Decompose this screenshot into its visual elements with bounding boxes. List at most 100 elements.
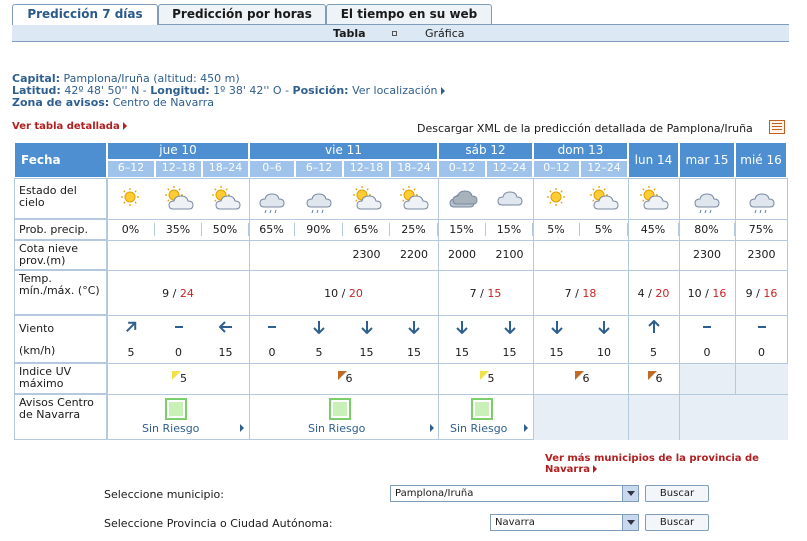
ver-tabla-detallada-link[interactable]: Ver tabla detallada bbox=[12, 121, 127, 132]
municipio-label: Seleccione municipio: bbox=[104, 488, 224, 501]
temp-separator: / bbox=[169, 287, 180, 300]
rain-cloud-icon bbox=[746, 183, 778, 215]
wind-speed: 15 bbox=[455, 346, 469, 359]
wind-speed: 15 bbox=[359, 346, 374, 359]
south-arrow-icon bbox=[407, 320, 421, 335]
zona-label: Zona de avisos: bbox=[12, 96, 110, 109]
chevron-down-icon[interactable] bbox=[622, 486, 638, 501]
sun-cloud-icon bbox=[588, 183, 620, 215]
ver-mas-municipios-label: Ver más municipios de la provincia de Na… bbox=[545, 453, 759, 475]
cota-value: 2000 bbox=[448, 248, 476, 261]
row-label-viento: Viento bbox=[14, 315, 107, 339]
rain-cloud-icon bbox=[303, 183, 335, 215]
col-divider bbox=[679, 178, 680, 440]
row-divider bbox=[14, 363, 788, 364]
row-divider bbox=[14, 219, 788, 220]
day-header-vie11: vie 11 bbox=[249, 142, 438, 160]
sin-riesgo-link[interactable]: Sin Riesgo bbox=[450, 422, 507, 435]
xml-file-icon[interactable] bbox=[769, 120, 785, 134]
subnav-tabla[interactable]: Tabla bbox=[333, 27, 366, 40]
tab-tiempo-en-su-web[interactable]: El tiempo en su web bbox=[326, 4, 492, 24]
temp-max: 16 bbox=[712, 287, 727, 300]
period-header: 18–24 bbox=[390, 160, 438, 178]
temp-value: 10 / 16 bbox=[679, 287, 735, 300]
view-subnav: Tabla Gráfica bbox=[12, 25, 789, 42]
prob-value: 25% bbox=[390, 223, 438, 236]
col-divider bbox=[533, 178, 534, 440]
wind-speed: 5 bbox=[315, 346, 323, 359]
temp-max: 24 bbox=[179, 287, 194, 300]
temp-value: 9 / 24 bbox=[107, 287, 249, 300]
aviso-green-icon bbox=[471, 398, 493, 420]
prob-value: 75% bbox=[735, 223, 788, 236]
north-arrow-icon bbox=[647, 319, 661, 334]
calm-icon bbox=[265, 320, 279, 334]
temp-value: 4 / 20 bbox=[628, 287, 679, 300]
wind-speed: 10 bbox=[597, 346, 611, 359]
prob-value: 15% bbox=[438, 223, 486, 236]
period-header: 6–12 bbox=[295, 160, 343, 178]
uv-value: 6 bbox=[582, 372, 590, 385]
period-header: 12–18 bbox=[343, 160, 390, 178]
wind-speed: 0 bbox=[758, 346, 765, 359]
prob-value: 5% bbox=[533, 223, 580, 236]
wind-speed: 15 bbox=[407, 346, 421, 359]
square-icon bbox=[392, 31, 397, 36]
buscar-municipio-button[interactable]: Buscar bbox=[645, 485, 709, 502]
fecha-header: Fecha bbox=[14, 142, 107, 178]
arrow-right-icon bbox=[524, 424, 528, 432]
wind-speed: 15 bbox=[218, 346, 233, 359]
temp-min: 7 bbox=[469, 287, 477, 300]
tab-prediccion-7-dias[interactable]: Predicción 7 días bbox=[12, 4, 158, 25]
wind-speed: 0 bbox=[703, 346, 711, 359]
arrow-right-icon bbox=[240, 424, 244, 432]
row-label-kmh: (km/h) bbox=[14, 339, 107, 363]
cota-value: 2300 bbox=[747, 248, 776, 261]
temp-min: 10 bbox=[687, 287, 702, 300]
ver-mas-municipios-link[interactable]: Ver más municipios de la provincia de Na… bbox=[545, 453, 807, 475]
sin-riesgo-link[interactable]: Sin Riesgo bbox=[308, 422, 365, 435]
prob-value: 65% bbox=[249, 223, 295, 236]
prob-value: 65% bbox=[343, 223, 390, 236]
subnav-grafica[interactable]: Gráfica bbox=[425, 27, 465, 40]
period-header: 12–24 bbox=[580, 160, 628, 178]
descargar-xml-link[interactable]: Descargar XML de la predicción detallada… bbox=[417, 122, 753, 135]
row-divider bbox=[14, 394, 788, 395]
day-header-lun14: lun 14 bbox=[628, 142, 679, 178]
rain-cloud-icon bbox=[256, 183, 288, 215]
day-header-jue10: jue 10 bbox=[107, 142, 249, 160]
uv-value: 6 bbox=[345, 372, 353, 385]
buscar-provincia-button[interactable]: Buscar bbox=[645, 514, 709, 531]
south-arrow-icon bbox=[360, 320, 374, 335]
period-header: 0–6 bbox=[249, 160, 295, 178]
rain-cloud-icon bbox=[691, 183, 723, 215]
zona-line: Zona de avisos: Centro de Navarra bbox=[12, 96, 214, 109]
temp-separator: / bbox=[644, 287, 656, 300]
provincia-label: Seleccione Provincia o Ciudad Autónoma: bbox=[104, 517, 333, 530]
aviso-green-icon bbox=[165, 398, 187, 420]
temp-min: 4 bbox=[637, 287, 645, 300]
temp-max: 15 bbox=[487, 287, 502, 300]
arrow-right-icon bbox=[440, 87, 445, 95]
sun-cloud-icon bbox=[210, 183, 242, 215]
overcast-icon bbox=[446, 183, 478, 215]
sun-cloud-icon bbox=[163, 183, 195, 215]
zona-value: Centro de Navarra bbox=[112, 96, 215, 109]
tab-prediccion-por-horas[interactable]: Predicción por horas bbox=[158, 4, 326, 24]
uv-value: 5 bbox=[487, 372, 495, 385]
provincia-select[interactable]: Navarra bbox=[490, 514, 639, 531]
prob-value: 90% bbox=[295, 223, 343, 236]
temp-value: 7 / 18 bbox=[533, 287, 628, 300]
wind-speed: 15 bbox=[549, 346, 564, 359]
chevron-down-icon[interactable] bbox=[622, 515, 638, 530]
sin-riesgo-link[interactable]: Sin Riesgo bbox=[142, 422, 199, 435]
ver-tabla-detallada-label: Ver tabla detallada bbox=[12, 121, 120, 132]
col-divider bbox=[249, 178, 250, 440]
period-header: 0–12 bbox=[438, 160, 486, 178]
temp-value: 7 / 15 bbox=[438, 287, 533, 300]
south-arrow-icon bbox=[503, 320, 517, 335]
lon-value: 1º 38' 42'' O bbox=[213, 84, 282, 97]
ver-localizacion-link[interactable]: Ver localización bbox=[352, 84, 437, 97]
period-header: 18–24 bbox=[202, 160, 249, 178]
municipio-select[interactable]: Pamplona/Iruña bbox=[390, 485, 639, 502]
